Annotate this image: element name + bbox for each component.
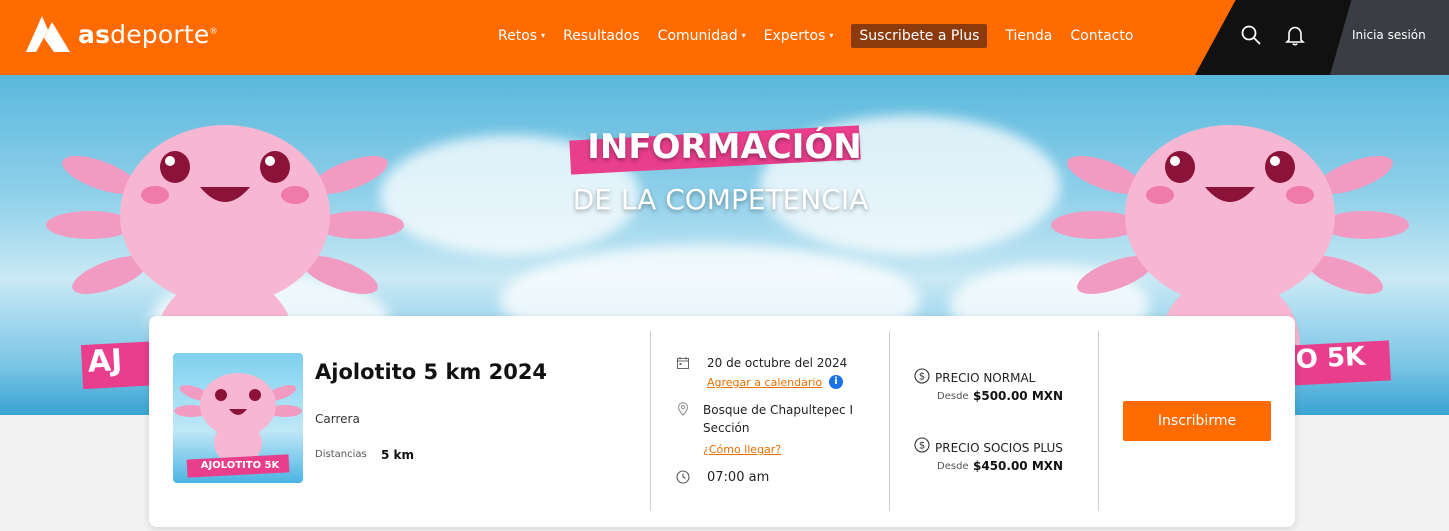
normal-price-label: PRECIO NORMAL: [935, 371, 1036, 385]
svg-text:$: $: [919, 441, 925, 452]
nav-contacto[interactable]: Contacto: [1070, 28, 1133, 44]
thumbnail-caption: AJOLOTITO 5K: [200, 460, 280, 471]
distances-label: Distancias: [315, 449, 367, 460]
nav-comunidad[interactable]: Comunidad ▾: [658, 28, 746, 44]
event-time: 07:00 am: [707, 470, 770, 485]
directions-link[interactable]: ¿Cómo llegar?: [703, 443, 781, 456]
event-title: Ajolotito 5 km 2024: [315, 360, 548, 384]
divider: [650, 331, 651, 511]
event-info-card: AJOLOTITO 5K Ajolotito 5 km 2024 Carrera…: [149, 316, 1295, 527]
divider: [1098, 331, 1099, 511]
normal-price-value: $500.00 MXN: [973, 389, 1064, 403]
chevron-down-icon: ▾: [741, 31, 746, 40]
dollar-circle-icon: $: [914, 437, 930, 453]
nav-tienda[interactable]: Tienda: [1005, 28, 1052, 44]
asdeporte-logo[interactable]: asdeporte®: [24, 14, 218, 54]
distances-value: 5 km: [381, 448, 415, 462]
inscribirme-button[interactable]: Inscribirme: [1123, 401, 1271, 441]
normal-price-desde: Desde: [937, 391, 969, 402]
event-location: Bosque de Chapultepec I Sección: [703, 403, 853, 435]
plus-price-label: PRECIO SOCIOS PLUS: [935, 441, 1063, 455]
info-icon[interactable]: i: [829, 375, 843, 389]
top-navbar: asdeporte® Retos ▾ Resultados Comunidad ▾ …: [0, 0, 1449, 75]
nav-retos[interactable]: Retos ▾: [498, 28, 545, 44]
nav-expertos[interactable]: Expertos ▾: [764, 28, 834, 44]
search-icon[interactable]: [1240, 24, 1262, 46]
location-pin-icon: [677, 402, 689, 416]
svg-text:$: $: [919, 372, 925, 383]
clock-icon: [676, 470, 690, 484]
logo-mark-icon: [26, 16, 70, 52]
add-to-calendar-link[interactable]: Agregar a calendario: [707, 376, 822, 389]
main-nav: Retos ▾ Resultados Comunidad ▾ Expertos ▾ S…: [498, 22, 1151, 49]
calendar-icon: [677, 357, 689, 369]
chevron-down-icon: ▾: [541, 31, 546, 40]
event-type: Carrera: [315, 412, 360, 426]
bell-icon[interactable]: [1284, 24, 1306, 46]
chevron-down-icon: ▾: [829, 31, 834, 40]
divider: [889, 331, 890, 511]
plus-price-desde: Desde: [937, 461, 969, 472]
hero-subtitle: DE LA COMPETENCIA: [572, 183, 869, 216]
login-link[interactable]: Inicia sesión: [1352, 28, 1426, 42]
event-thumbnail: AJOLOTITO 5K: [173, 353, 303, 483]
nav-resultados[interactable]: Resultados: [563, 28, 640, 44]
event-date: 20 de octubre del 2024: [707, 356, 848, 370]
hero-banner-text-right: O 5K: [1289, 340, 1391, 386]
dollar-circle-icon: $: [914, 368, 930, 384]
nav-suscribete-plus[interactable]: Suscribete a Plus: [851, 23, 988, 48]
hero-title: INFORMACIÓN: [587, 127, 862, 167]
logo-text: asdeporte®: [78, 19, 218, 49]
plus-price-value: $450.00 MXN: [973, 459, 1064, 473]
